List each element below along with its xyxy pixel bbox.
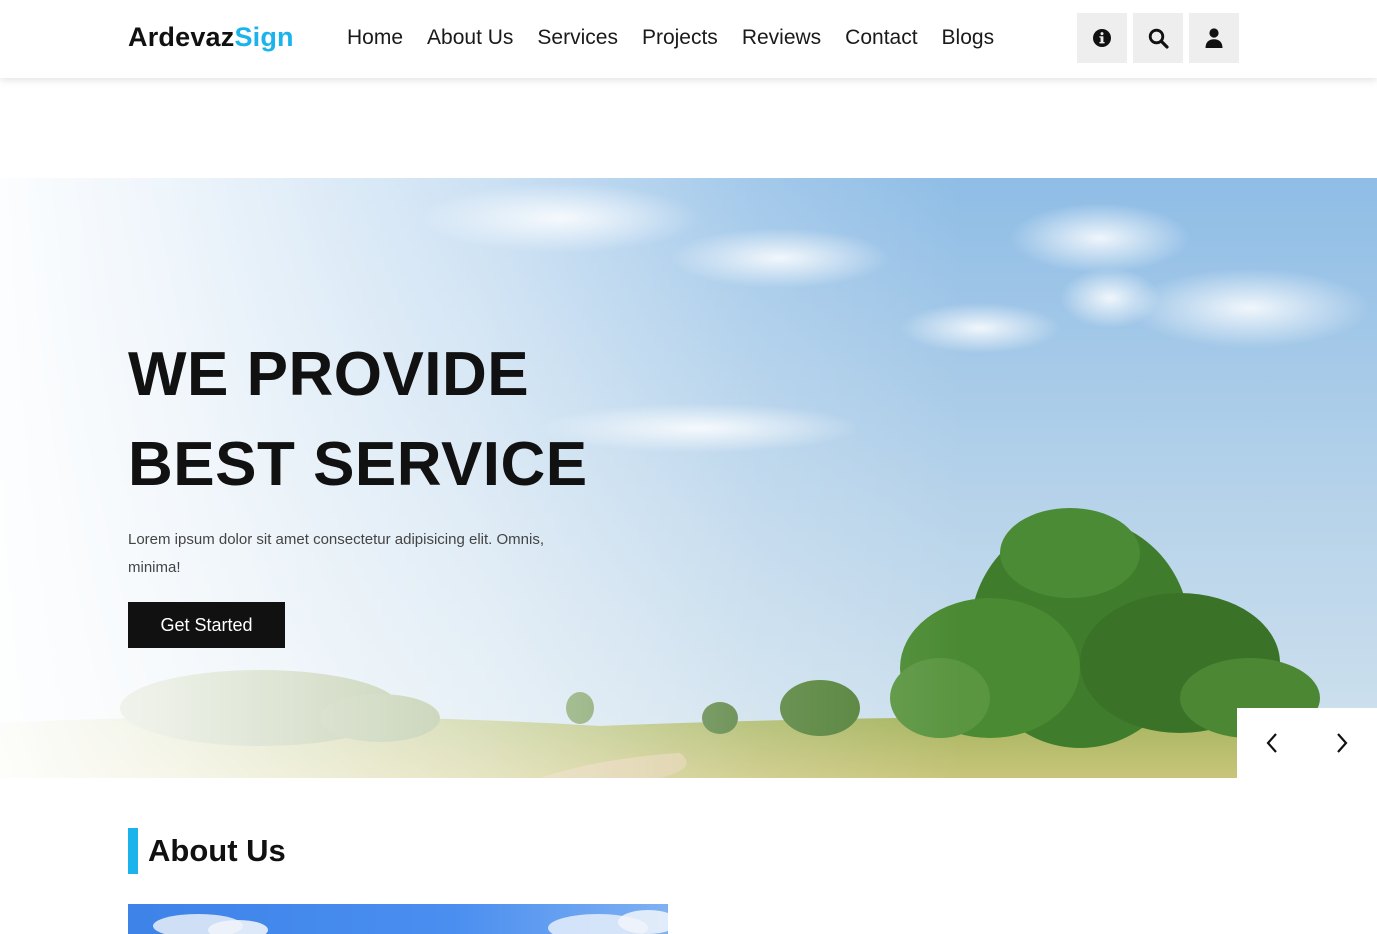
main-nav: Home About Us Services Projects Reviews …: [347, 25, 994, 51]
nav-item-projects[interactable]: Projects: [642, 25, 718, 51]
nav-item-blogs[interactable]: Blogs: [942, 25, 995, 51]
get-started-button[interactable]: Get Started: [128, 602, 285, 648]
search-icon: [1148, 28, 1169, 49]
account-button[interactable]: [1189, 13, 1239, 63]
header-icon-group: [1077, 13, 1239, 63]
slider-controls: [1237, 708, 1377, 778]
nav-item-about-us[interactable]: About Us: [427, 25, 513, 51]
hero-title-line1: WE PROVIDE: [128, 340, 530, 409]
site-header: ArdevazSign Home About Us Services Proje…: [0, 0, 1377, 78]
brand-name-part2: Sign: [234, 22, 294, 52]
nav-item-services[interactable]: Services: [537, 25, 618, 51]
slider-prev-button[interactable]: [1237, 708, 1307, 778]
chevron-right-icon: [1337, 733, 1348, 753]
slider-next-button[interactable]: [1307, 708, 1377, 778]
chevron-left-icon: [1266, 733, 1277, 753]
hero-content: WE PROVIDE BEST SERVICE Lorem ipsum dolo…: [128, 330, 608, 648]
hero-slider: WE PROVIDE BEST SERVICE Lorem ipsum dolo…: [0, 178, 1377, 778]
brand-name-part1: Ardevaz: [128, 22, 235, 52]
info-icon: [1093, 29, 1111, 47]
heading-accent-bar: [128, 828, 138, 874]
about-image: [128, 904, 668, 934]
hero-title: WE PROVIDE BEST SERVICE: [128, 330, 608, 510]
search-button[interactable]: [1133, 13, 1183, 63]
nav-item-contact[interactable]: Contact: [845, 25, 917, 51]
info-button[interactable]: [1077, 13, 1127, 63]
hero-description: Lorem ipsum dolor sit amet consectetur a…: [128, 531, 545, 576]
brand-logo[interactable]: ArdevazSign: [128, 22, 294, 53]
about-section-heading: About Us: [128, 828, 286, 874]
user-icon: [1205, 28, 1223, 48]
about-title: About Us: [148, 833, 286, 868]
nav-item-home[interactable]: Home: [347, 25, 403, 51]
nav-item-reviews[interactable]: Reviews: [742, 25, 821, 51]
hero-title-line2: BEST SERVICE: [128, 430, 588, 499]
